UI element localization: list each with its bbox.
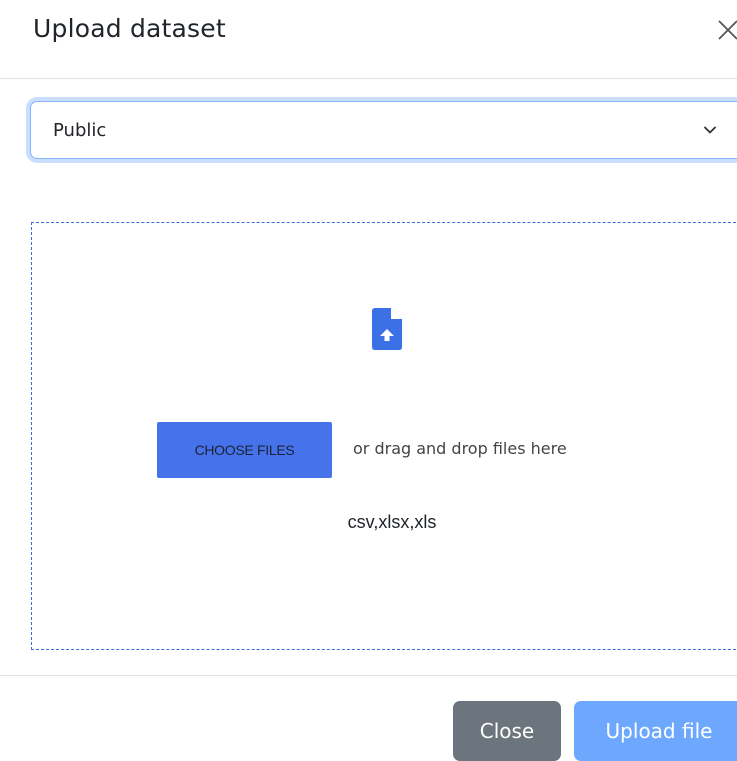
close-button[interactable]: Close xyxy=(453,701,561,761)
modal-title: Upload dataset xyxy=(33,14,226,43)
file-dropzone[interactable] xyxy=(31,222,737,650)
accepted-formats: csv,xlsx,xls xyxy=(347,512,437,532)
modal-header: Upload dataset xyxy=(0,0,737,79)
upload-file-button[interactable]: Upload file xyxy=(574,701,737,761)
modal-footer-divider xyxy=(0,675,737,676)
visibility-select-value: Public xyxy=(53,120,107,141)
file-upload-icon xyxy=(372,308,402,350)
choose-files-button[interactable]: CHOOSE FILES xyxy=(157,422,332,478)
chevron-down-icon xyxy=(704,126,716,134)
drag-drop-hint: or drag and drop files here xyxy=(353,439,567,458)
close-icon[interactable] xyxy=(716,18,737,42)
visibility-select[interactable]: Public xyxy=(30,101,737,159)
